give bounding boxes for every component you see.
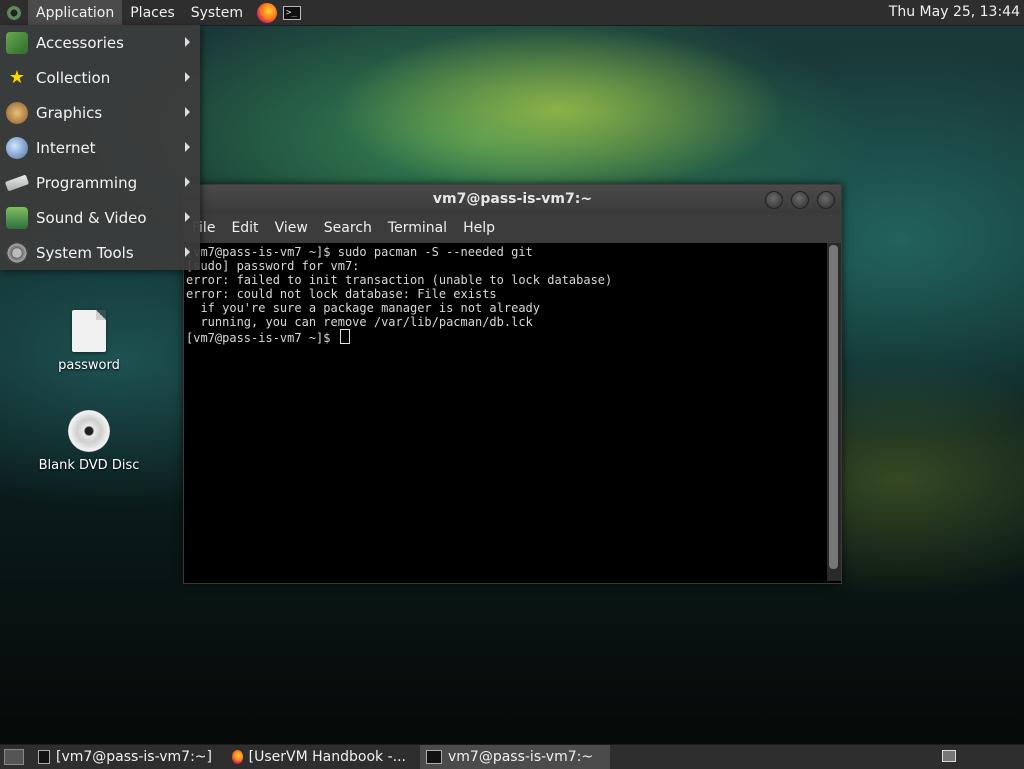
firefox-launcher-icon[interactable] [256,2,277,23]
terminal-line: [sudo] password for vm7: [186,259,360,273]
show-desktop-icon[interactable] [4,749,24,765]
menu-edit[interactable]: Edit [223,220,266,236]
application-menu[interactable]: Application [28,0,123,25]
menu-help[interactable]: Help [455,220,503,236]
menu-terminal[interactable]: Terminal [380,220,455,236]
application-dropdown: Accessories ★ Collection Graphics Intern… [0,25,200,270]
menu-item-label: Internet [36,138,96,157]
menu-view[interactable]: View [267,220,316,236]
submenu-arrow-icon [185,107,190,117]
programming-icon [4,174,30,191]
distro-logo-icon[interactable] [6,4,22,21]
menu-item-internet[interactable]: Internet [0,130,200,165]
system-tools-icon [6,241,28,264]
task-label: [UserVM Handbook -... [248,749,406,765]
close-button[interactable] [817,191,835,209]
menu-item-label: System Tools [36,243,134,262]
menu-item-label: Graphics [36,103,103,122]
graphics-icon [6,101,28,124]
menu-item-label: Programming [36,173,138,192]
file-icon [72,310,106,352]
bottom-panel: [vm7@pass-is-vm7:~] [UserVM Handbook -..… [0,744,1024,769]
places-menu[interactable]: Places [122,0,183,25]
desktop-icon-dvd[interactable]: Blank DVD Disc [29,410,149,473]
terminal-scrollbar[interactable] [827,243,841,581]
menu-item-system-tools[interactable]: System Tools [0,235,200,270]
window-title: vm7@pass-is-vm7:~ [432,191,593,207]
firefox-icon [232,750,243,764]
menu-item-accessories[interactable]: Accessories [0,25,200,60]
clock[interactable]: Thu May 25, 13:44 [889,4,1020,20]
menu-item-label: Collection [36,68,111,87]
workspace-switcher-icon[interactable] [942,750,956,762]
multimedia-icon [6,206,28,229]
terminal-line: if you're sure a package manager is not … [186,301,541,315]
submenu-arrow-icon [185,177,190,187]
terminal-line: error: failed to init transaction (unabl… [186,273,613,287]
desktop-icon-password[interactable]: password [29,310,149,373]
star-icon: ★ [8,66,26,88]
menu-item-label: Accessories [36,33,124,52]
menu-item-sound-video[interactable]: Sound & Video [0,200,200,235]
terminal-launcher-icon[interactable]: >_ [282,5,301,20]
terminal-menubar: File Edit View Search Terminal Help [184,213,841,243]
terminal-output[interactable]: [vm7@pass-is-vm7 ~]$ sudo pacman -S --ne… [184,243,827,581]
terminal-line: error: could not lock database: File exi… [186,287,497,301]
desktop-icon-label: password [58,358,120,373]
maximize-button[interactable] [791,191,809,209]
terminal-window[interactable]: vm7@pass-is-vm7:~ File Edit View Search … [183,184,842,584]
submenu-arrow-icon [185,247,190,257]
task-label: [vm7@pass-is-vm7:~] [56,749,212,765]
dvd-disc-icon [68,410,110,452]
window-titlebar[interactable]: vm7@pass-is-vm7:~ [184,185,841,213]
globe-icon [6,136,28,159]
menu-search[interactable]: Search [316,220,380,236]
menu-item-label: Sound & Video [36,208,147,227]
taskbar-item-terminal-1[interactable]: [vm7@pass-is-vm7:~] [32,745,218,769]
terminal-icon [38,750,50,764]
system-menu[interactable]: System [183,0,251,25]
minimize-button[interactable] [765,191,783,209]
terminal-line: running, you can remove /var/lib/pacman/… [186,315,533,329]
accessories-icon [6,31,28,54]
terminal-cursor [339,329,350,344]
terminal-prompt: [vm7@pass-is-vm7 ~]$ [186,331,338,345]
submenu-arrow-icon [185,142,190,152]
terminal-line: [vm7@pass-is-vm7 ~]$ sudo pacman -S --ne… [186,245,533,259]
submenu-arrow-icon [185,212,190,222]
top-panel: Application Places System >_ Thu May 25,… [0,0,1024,26]
taskbar-item-firefox[interactable]: [UserVM Handbook -... [226,745,412,769]
terminal-icon [426,750,442,764]
submenu-arrow-icon [185,37,190,47]
task-label: vm7@pass-is-vm7:~ [448,749,594,765]
menu-item-graphics[interactable]: Graphics [0,95,200,130]
menu-item-programming[interactable]: Programming [0,165,200,200]
submenu-arrow-icon [185,72,190,82]
taskbar-item-terminal-2[interactable]: vm7@pass-is-vm7:~ [420,745,610,769]
menu-item-collection[interactable]: ★ Collection [0,60,200,95]
scrollbar-thumb[interactable] [829,245,838,569]
desktop-icon-label: Blank DVD Disc [38,458,140,473]
